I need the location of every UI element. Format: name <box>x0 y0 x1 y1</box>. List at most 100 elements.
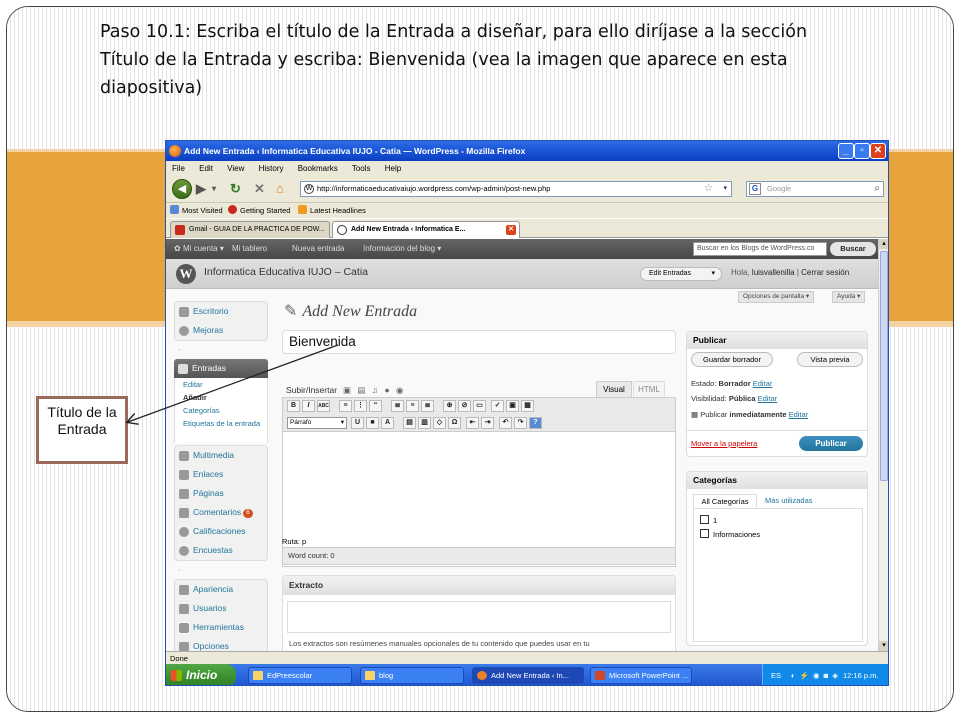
category-item[interactable]: 1 <box>700 515 717 526</box>
google-icon[interactable]: G <box>749 183 761 195</box>
menu-view[interactable]: View <box>227 164 244 173</box>
tray-icons[interactable]: ◐ ⚡ ◉ ◙ ◈ <box>791 664 839 685</box>
media-upload-icons[interactable]: ▣ ▤ ♫ ● ◉ <box>343 385 405 395</box>
search-icon[interactable]: ⌕ <box>874 182 880 196</box>
submenu-anadir[interactable]: Añadir <box>175 391 267 404</box>
search-input[interactable]: G Google ⌕ <box>746 181 884 197</box>
maximize-button[interactable]: ▫ <box>854 143 870 159</box>
history-dropdown-icon[interactable]: ▾ <box>212 181 216 197</box>
numbered-list-button[interactable]: ⋮ <box>354 400 367 412</box>
menu-usuarios[interactable]: Usuarios <box>175 599 267 618</box>
bookmark-star-icon[interactable]: ☆ <box>704 182 713 196</box>
menu-help[interactable]: Help <box>385 164 401 173</box>
align-right-button[interactable]: ≣ <box>421 400 434 412</box>
italic-button[interactable]: I <box>302 400 315 412</box>
menu-mejoras[interactable]: Mejoras <box>175 321 267 340</box>
url-bar[interactable]: W http://informaticaeducativaiujo.wordpr… <box>300 181 732 197</box>
edit-entradas-dropdown[interactable]: Edit Entradas ▾ <box>640 267 722 281</box>
taskbar-item-powerpoint[interactable]: Microsoft PowerPoint ... <box>590 667 692 684</box>
language-indicator[interactable]: ES <box>771 664 781 685</box>
menu-escritorio[interactable]: Escritorio <box>175 302 267 321</box>
align-left-button[interactable]: ≣ <box>391 400 404 412</box>
indent-button[interactable]: ⇥ <box>481 417 494 429</box>
outdent-button[interactable]: ⇤ <box>466 417 479 429</box>
bookmark-latest-headlines[interactable]: Latest Headlines <box>298 203 366 219</box>
checkbox[interactable] <box>700 515 709 524</box>
menu-multimedia[interactable]: Multimedia <box>175 446 267 465</box>
tab-most-used[interactable]: Más utilizadas <box>765 494 813 507</box>
category-item[interactable]: Informaciones <box>700 529 760 540</box>
tab-gmail[interactable]: Gmail - GUIA DE LA PRACTICA DE POW... <box>170 221 330 238</box>
text-color-button[interactable]: A <box>381 417 394 429</box>
menu-entradas[interactable]: Entradas <box>174 359 268 378</box>
taskbar-item-firefox[interactable]: Add New Entrada ‹ In... <box>472 667 584 684</box>
paste-text-button[interactable]: ▤ <box>403 417 416 429</box>
spellcheck-button[interactable]: ✓ <box>491 400 504 412</box>
menu-herramientas[interactable]: Herramientas <box>175 618 267 637</box>
menu-comentarios[interactable]: Comentarios 6 <box>175 503 267 522</box>
help-icon[interactable]: ? <box>529 417 542 429</box>
kitchen-sink-button[interactable]: ▦ <box>521 400 534 412</box>
publish-button[interactable]: Publicar <box>799 436 863 451</box>
format-select[interactable]: Párrafo ▾ <box>287 417 347 429</box>
align-center-button[interactable]: ≡ <box>406 400 419 412</box>
post-editor[interactable]: B I ABC ≡ ⋮ “ ≣ ≡ ≣ ⊕ ⊘ ▭ ✓ ▣ ▦ Párrafo … <box>282 397 676 567</box>
preview-button[interactable]: Vista previa <box>797 352 863 367</box>
scrollbar[interactable]: ▴ ▾ <box>878 239 888 651</box>
underline-button[interactable]: U <box>351 417 364 429</box>
start-button[interactable]: Inicio <box>166 664 236 685</box>
categories-title[interactable]: Categorías <box>687 472 867 489</box>
excerpt-title[interactable]: Extracto <box>283 576 675 595</box>
unlink-button[interactable]: ⊘ <box>458 400 471 412</box>
edit-schedule-link[interactable]: Editar <box>789 410 809 419</box>
chevron-down-icon[interactable]: ▾ <box>723 182 727 196</box>
admin-my-account[interactable]: ✿ Mi cuenta ▾ <box>174 239 224 259</box>
blog-name[interactable]: Informatica Educativa IUJO – Catia <box>204 266 368 278</box>
close-button[interactable]: ✕ <box>870 143 886 159</box>
submenu-categorias[interactable]: Categorías <box>175 404 267 417</box>
menu-history[interactable]: History <box>259 164 284 173</box>
admin-new-post[interactable]: Nueva entrada <box>292 239 344 259</box>
tab-all-categories[interactable]: All Categorías <box>693 494 757 508</box>
paste-word-button[interactable]: ▥ <box>418 417 431 429</box>
tab-html[interactable]: HTML <box>633 381 665 397</box>
menu-tools[interactable]: Tools <box>352 164 371 173</box>
menu-enlaces[interactable]: Enlaces <box>175 465 267 484</box>
bullet-list-button[interactable]: ≡ <box>339 400 352 412</box>
wp-search-button[interactable]: Buscar <box>830 242 876 256</box>
bookmark-most-visited[interactable]: Most Visited <box>170 203 223 219</box>
special-char-button[interactable]: Ω <box>448 417 461 429</box>
screen-options-button[interactable]: Opciones de pantalla ▾ <box>738 291 815 303</box>
bookmark-getting-started[interactable]: Getting Started <box>228 203 290 219</box>
redo-button[interactable]: ↷ <box>514 417 527 429</box>
edit-visibility-link[interactable]: Editar <box>758 394 778 403</box>
user-link[interactable]: luisvallenilla <box>752 268 795 277</box>
back-button[interactable]: ◀ <box>172 179 192 199</box>
menu-apariencia[interactable]: Apariencia <box>175 580 267 599</box>
strikethrough-button[interactable]: ABC <box>317 400 330 412</box>
justify-button[interactable]: ■ <box>366 417 379 429</box>
more-tag-button[interactable]: ▭ <box>473 400 486 412</box>
bold-button[interactable]: B <box>287 400 300 412</box>
publish-title[interactable]: Publicar <box>687 332 867 349</box>
menu-edit[interactable]: Edit <box>199 164 213 173</box>
help-button[interactable]: Ayuda ▾ <box>832 291 866 303</box>
scroll-thumb[interactable] <box>880 251 888 481</box>
save-draft-button[interactable]: Guardar borrador <box>691 352 773 367</box>
undo-button[interactable]: ↶ <box>499 417 512 429</box>
tab-add-new-entrada[interactable]: Add New Entrada ‹ Informatica E... ✕ <box>332 221 520 238</box>
forward-button[interactable]: ▶ <box>196 181 206 197</box>
move-to-trash-link[interactable]: Mover a la papelera <box>691 439 757 448</box>
submenu-editar[interactable]: Editar <box>175 378 267 391</box>
blockquote-button[interactable]: “ <box>369 400 382 412</box>
menu-paginas[interactable]: Páginas <box>175 484 267 503</box>
menu-opciones[interactable]: Opciones <box>175 637 267 651</box>
checkbox[interactable] <box>700 529 709 538</box>
reload-icon[interactable]: ↻ <box>230 181 241 197</box>
menu-encuestas[interactable]: Encuestas <box>175 541 267 560</box>
menu-calificaciones[interactable]: Calificaciones <box>175 522 267 541</box>
wordpress-logo-icon[interactable]: W <box>176 264 196 284</box>
submenu-etiquetas[interactable]: Etiquetas de la entrada <box>175 417 267 443</box>
minimize-button[interactable]: _ <box>838 143 854 159</box>
taskbar-item-edpreescolar[interactable]: EdPreescolar <box>248 667 352 684</box>
